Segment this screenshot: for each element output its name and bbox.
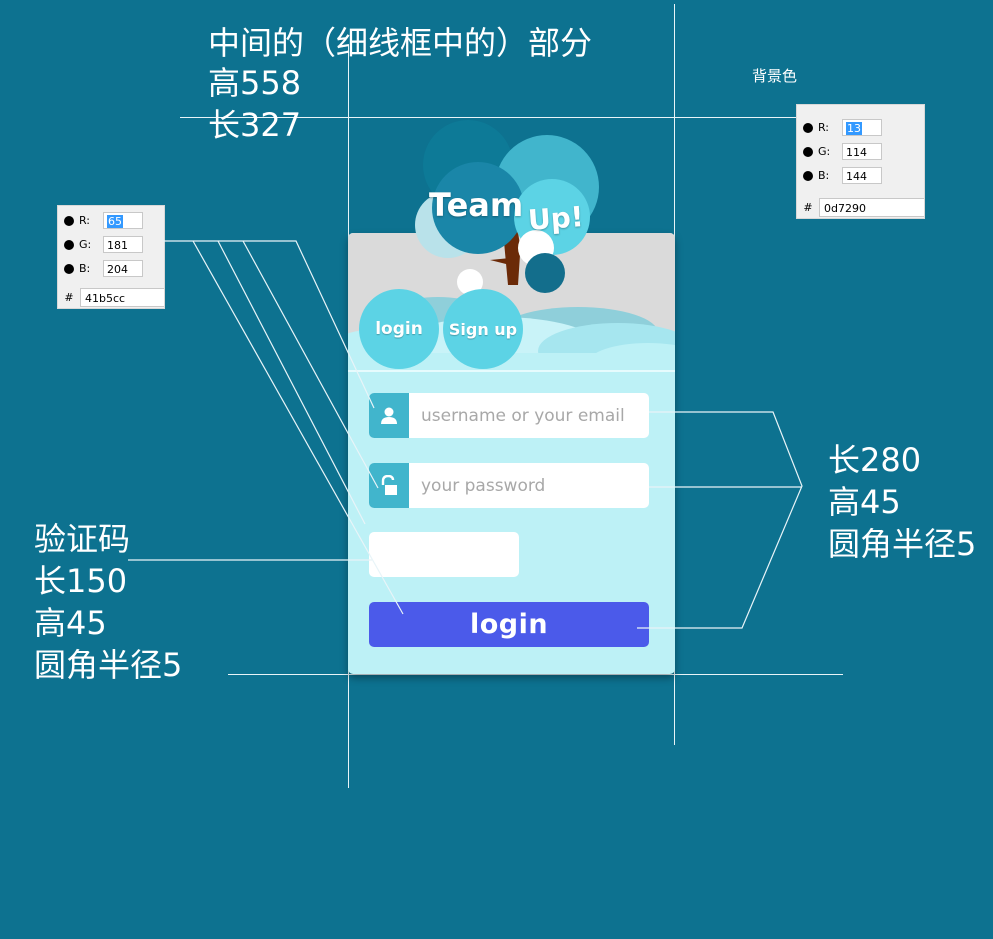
annotation-leader-lines xyxy=(128,240,803,629)
